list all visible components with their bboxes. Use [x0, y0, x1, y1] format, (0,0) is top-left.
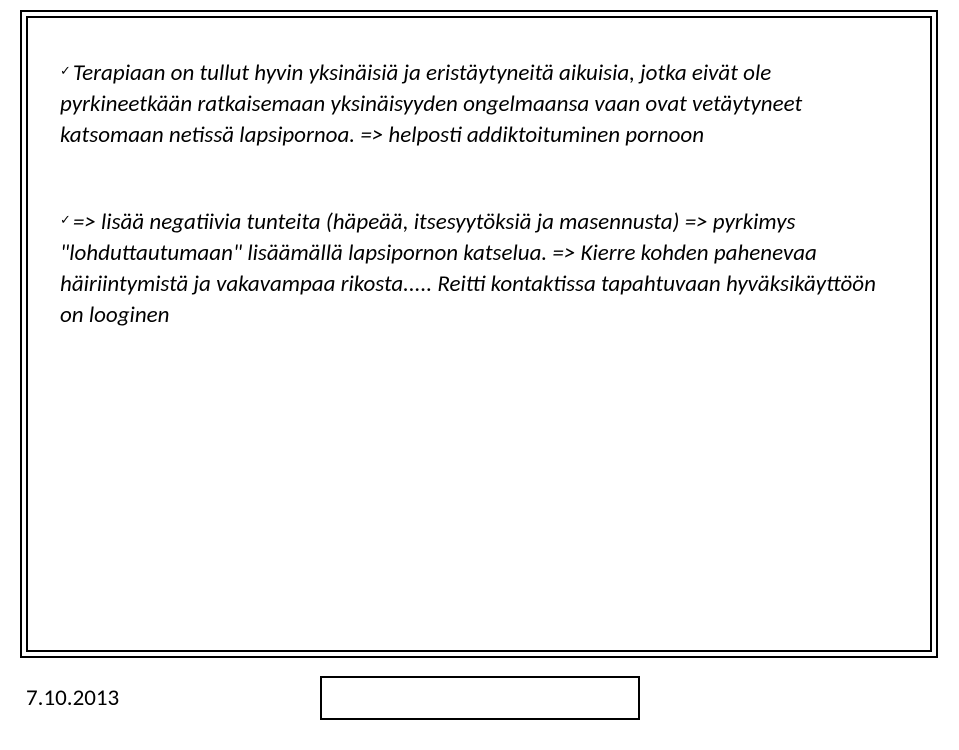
paragraph-1: ✓Terapiaan on tullut hyvin yksinäisiä ja…	[60, 58, 898, 151]
footer-date: 7.10.2013	[20, 676, 320, 720]
paragraph-2: ✓=> lisää negatiivia tunteita (häpeää, i…	[60, 207, 898, 331]
slide-page: ✓Terapiaan on tullut hyvin yksinäisiä ja…	[0, 0, 959, 750]
inner-border: ✓Terapiaan on tullut hyvin yksinäisiä ja…	[26, 16, 932, 652]
outer-border: ✓Terapiaan on tullut hyvin yksinäisiä ja…	[20, 10, 938, 658]
checkmark-icon: ✓	[60, 212, 71, 230]
checkmark-icon: ✓	[60, 63, 71, 81]
paragraph-2-text: => lisää negatiivia tunteita (häpeää, it…	[60, 208, 876, 329]
footer-empty-box	[320, 676, 640, 720]
paragraph-1-text: Terapiaan on tullut hyvin yksinäisiä ja …	[60, 59, 802, 149]
footer-row: 7.10.2013	[20, 676, 938, 720]
